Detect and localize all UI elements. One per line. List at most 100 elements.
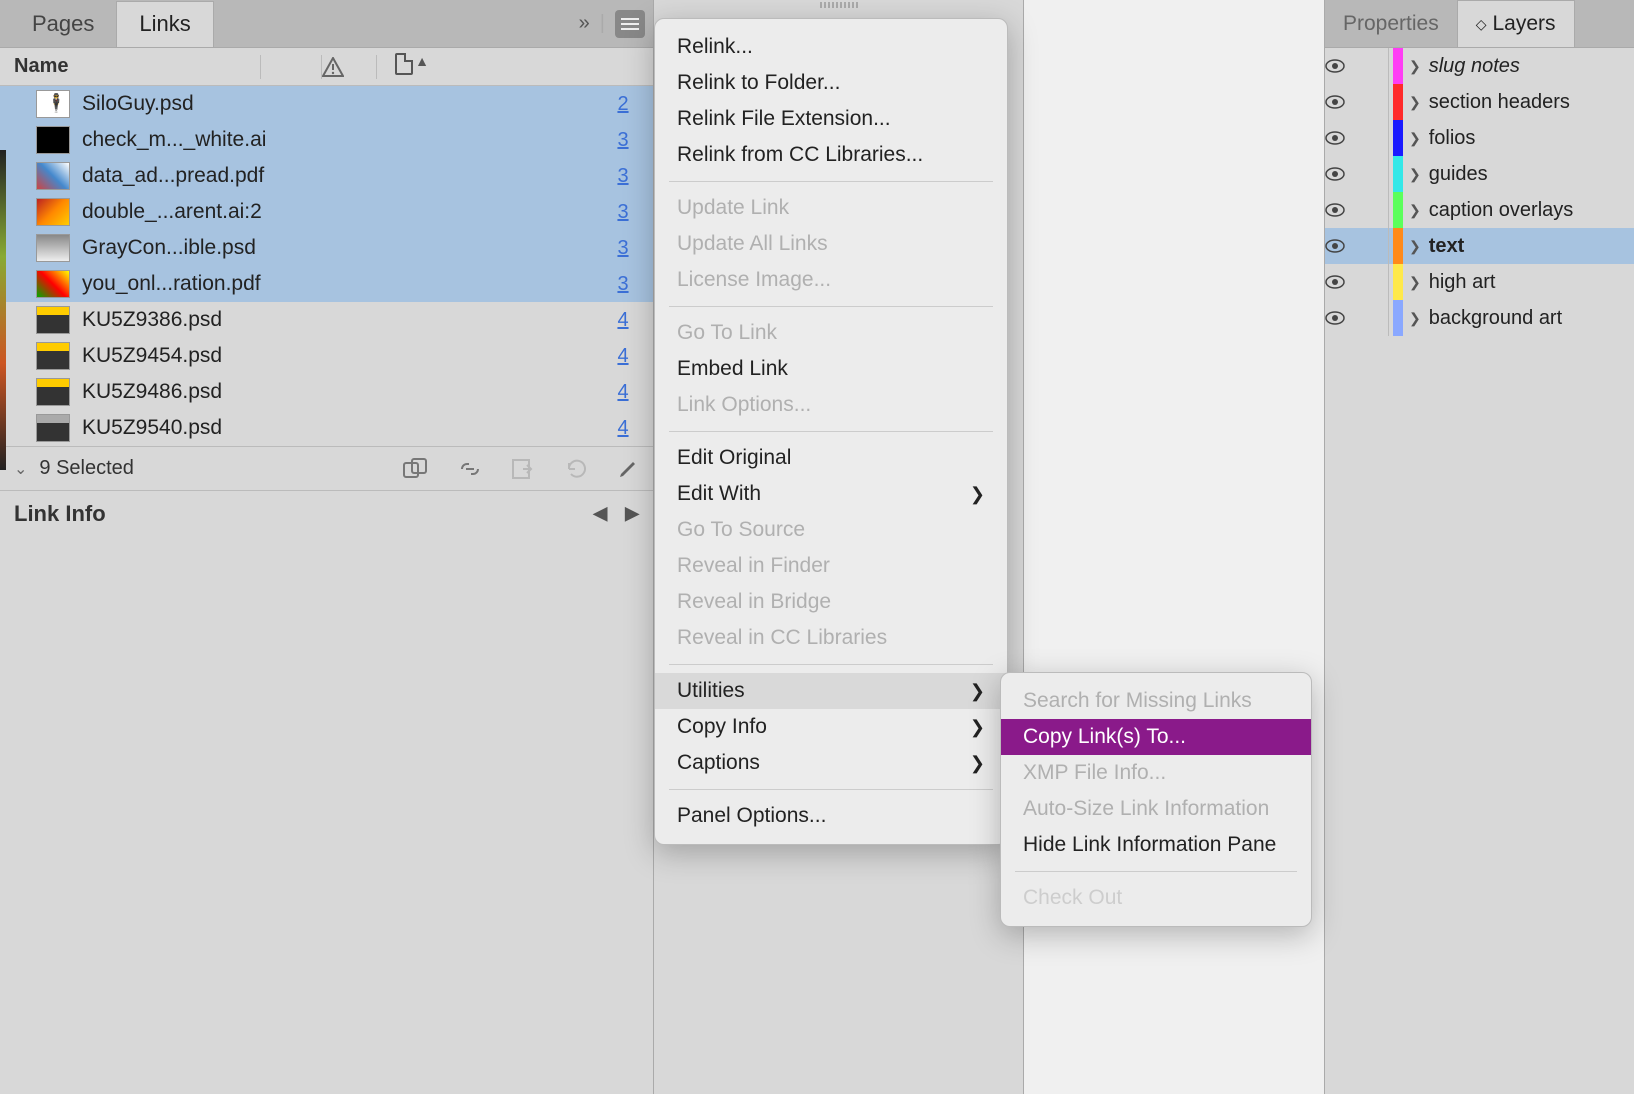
collapse-icon[interactable]: » — [579, 12, 590, 35]
lock-column[interactable] — [1359, 84, 1389, 120]
menu-item[interactable]: Copy Info❯ — [655, 709, 1007, 745]
menu-item[interactable]: Embed Link — [655, 351, 1007, 387]
link-row[interactable]: KU5Z9486.psd4 — [0, 374, 653, 410]
visibility-toggle-icon[interactable] — [1325, 239, 1359, 253]
menu-separator — [669, 181, 993, 182]
submenu-item[interactable]: Copy Link(s) To... — [1001, 719, 1311, 755]
link-row[interactable]: KU5Z9540.psd4 — [0, 410, 653, 446]
layer-color-swatch — [1393, 300, 1403, 336]
submenu-item[interactable]: Hide Link Information Pane — [1001, 827, 1311, 863]
layer-row[interactable]: ❯folios — [1325, 120, 1634, 156]
layer-row[interactable]: ❯caption overlays — [1325, 192, 1634, 228]
column-status[interactable] — [322, 57, 376, 77]
menu-item[interactable]: Edit Original — [655, 440, 1007, 476]
relink-cc-icon[interactable] — [403, 458, 429, 480]
lock-column[interactable] — [1359, 228, 1389, 264]
link-filename: you_onl...ration.pdf — [82, 272, 593, 296]
visibility-toggle-icon[interactable] — [1325, 311, 1359, 325]
menu-item: Update All Links — [655, 226, 1007, 262]
tab-pages[interactable]: Pages — [10, 1, 116, 47]
column-page[interactable]: ▲ — [377, 53, 447, 81]
visibility-toggle-icon[interactable] — [1325, 95, 1359, 109]
link-instance-count[interactable]: 3 — [593, 129, 653, 152]
tab-properties[interactable]: Properties — [1325, 0, 1457, 47]
menu-item[interactable]: Relink... — [655, 29, 1007, 65]
submenu-item-label: Search for Missing Links — [1023, 689, 1252, 713]
layer-row[interactable]: ❯slug notes — [1325, 48, 1634, 84]
goto-link-icon[interactable] — [511, 458, 537, 480]
sort-icon: ◇ — [1476, 16, 1487, 33]
lock-column[interactable] — [1359, 120, 1389, 156]
link-thumbnail — [36, 90, 70, 118]
link-row[interactable]: data_ad...pread.pdf3 — [0, 158, 653, 194]
lock-column[interactable] — [1359, 264, 1389, 300]
chevron-right-icon[interactable]: ❯ — [1409, 94, 1421, 111]
prev-link-icon[interactable]: ◀ — [593, 503, 607, 524]
layer-row[interactable]: ❯guides — [1325, 156, 1634, 192]
chevron-right-icon[interactable]: ❯ — [1409, 58, 1421, 75]
column-name[interactable]: Name — [0, 55, 260, 78]
chevron-right-icon[interactable]: ❯ — [1409, 274, 1421, 291]
relink-icon[interactable] — [457, 458, 483, 480]
link-row[interactable]: double_...arent.ai:23 — [0, 194, 653, 230]
tab-layers[interactable]: ◇Layers — [1457, 0, 1575, 47]
link-row[interactable]: GrayCon...ible.psd3 — [0, 230, 653, 266]
menu-item[interactable]: Utilities❯ — [655, 673, 1007, 709]
link-instance-count[interactable]: 4 — [593, 309, 653, 332]
menu-item-label: Link Options... — [677, 393, 811, 417]
disclosure-icon[interactable]: ⌄ — [14, 459, 27, 479]
link-instance-count[interactable]: 3 — [593, 237, 653, 260]
chevron-right-icon[interactable]: ❯ — [1409, 238, 1421, 255]
menu-item[interactable]: Edit With❯ — [655, 476, 1007, 512]
link-instance-count[interactable]: 3 — [593, 165, 653, 188]
link-row[interactable]: check_m..._white.ai3 — [0, 122, 653, 158]
menu-item-label: Update Link — [677, 196, 789, 220]
visibility-toggle-icon[interactable] — [1325, 59, 1359, 73]
menu-item-label: Relink... — [677, 35, 753, 59]
panel-menu-button[interactable] — [615, 10, 645, 38]
layer-row[interactable]: ❯text — [1325, 228, 1634, 264]
layer-row[interactable]: ❯section headers — [1325, 84, 1634, 120]
menu-item[interactable]: Relink from CC Libraries... — [655, 137, 1007, 173]
update-link-icon[interactable] — [565, 458, 589, 480]
menu-item[interactable]: Panel Options... — [655, 798, 1007, 834]
edit-original-icon[interactable] — [617, 458, 639, 480]
link-instance-count[interactable]: 4 — [593, 417, 653, 440]
chevron-right-icon[interactable]: ❯ — [1409, 166, 1421, 183]
link-row[interactable]: SiloGuy.psd2 — [0, 86, 653, 122]
drag-handle-icon[interactable] — [794, 2, 884, 10]
link-instance-count[interactable]: 3 — [593, 201, 653, 224]
link-instance-count[interactable]: 2 — [593, 93, 653, 116]
link-row[interactable]: you_onl...ration.pdf3 — [0, 266, 653, 302]
visibility-toggle-icon[interactable] — [1325, 203, 1359, 217]
link-filename: data_ad...pread.pdf — [82, 164, 593, 188]
link-instance-count[interactable]: 4 — [593, 345, 653, 368]
menu-item-label: Relink File Extension... — [677, 107, 891, 131]
next-link-icon[interactable]: ▶ — [625, 503, 639, 524]
visibility-toggle-icon[interactable] — [1325, 275, 1359, 289]
link-row[interactable]: KU5Z9386.psd4 — [0, 302, 653, 338]
lock-column[interactable] — [1359, 192, 1389, 228]
chevron-right-icon[interactable]: ❯ — [1409, 130, 1421, 147]
visibility-toggle-icon[interactable] — [1325, 131, 1359, 145]
menu-item[interactable]: Relink File Extension... — [655, 101, 1007, 137]
submenu-item: Check Out — [1001, 880, 1311, 916]
link-filename: SiloGuy.psd — [82, 92, 593, 116]
link-instance-count[interactable]: 4 — [593, 381, 653, 404]
menu-item-label: Copy Info — [677, 715, 767, 739]
link-instance-count[interactable]: 3 — [593, 273, 653, 296]
tab-links[interactable]: Links — [116, 1, 213, 47]
link-row[interactable]: KU5Z9454.psd4 — [0, 338, 653, 374]
lock-column[interactable] — [1359, 300, 1389, 336]
visibility-toggle-icon[interactable] — [1325, 167, 1359, 181]
menu-item[interactable]: Captions❯ — [655, 745, 1007, 781]
menu-item[interactable]: Relink to Folder... — [655, 65, 1007, 101]
menu-item-label: Edit With — [677, 482, 761, 506]
layer-row[interactable]: ❯high art — [1325, 264, 1634, 300]
chevron-right-icon[interactable]: ❯ — [1409, 310, 1421, 327]
link-thumbnail — [36, 270, 70, 298]
chevron-right-icon[interactable]: ❯ — [1409, 202, 1421, 219]
lock-column[interactable] — [1359, 48, 1389, 84]
lock-column[interactable] — [1359, 156, 1389, 192]
layer-row[interactable]: ❯background art — [1325, 300, 1634, 336]
